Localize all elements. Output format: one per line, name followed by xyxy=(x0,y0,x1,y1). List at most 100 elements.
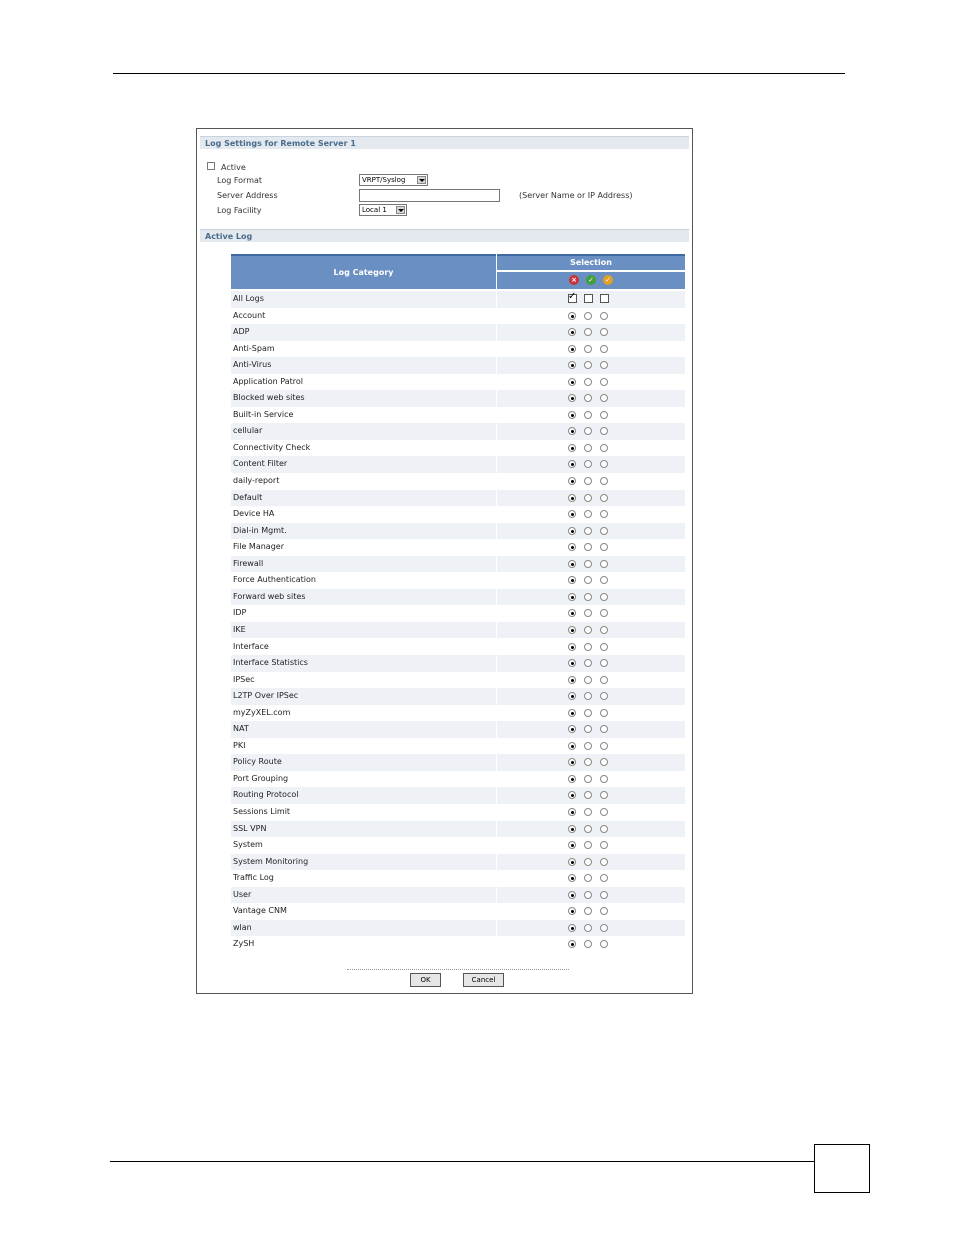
disable-radio[interactable] xyxy=(568,625,576,634)
alert-radio[interactable] xyxy=(600,708,608,717)
disable-radio[interactable] xyxy=(568,394,576,403)
disable-radio[interactable] xyxy=(568,659,576,668)
normal-radio[interactable] xyxy=(584,377,592,386)
normal-radio[interactable] xyxy=(584,675,592,684)
alert-radio[interactable] xyxy=(600,659,608,668)
normal-radio[interactable] xyxy=(584,394,592,403)
disable-radio[interactable] xyxy=(568,725,576,734)
alert-radio[interactable] xyxy=(600,443,608,452)
disable-radio[interactable] xyxy=(568,890,576,899)
alert-radio[interactable] xyxy=(600,344,608,353)
disable-radio[interactable] xyxy=(568,311,576,320)
alert-radio[interactable] xyxy=(600,377,608,386)
normal-radio[interactable] xyxy=(584,592,592,601)
alert-radio[interactable] xyxy=(600,692,608,701)
all-logs-disable-checkbox[interactable] xyxy=(568,291,577,303)
alert-radio[interactable] xyxy=(600,923,608,932)
cancel-button[interactable]: Cancel xyxy=(463,973,504,987)
normal-radio[interactable] xyxy=(584,857,592,866)
alert-radio[interactable] xyxy=(600,592,608,601)
alert-radio[interactable] xyxy=(600,510,608,519)
active-checkbox[interactable] xyxy=(207,162,215,170)
alert-radio[interactable] xyxy=(600,394,608,403)
alert-radio[interactable] xyxy=(600,874,608,883)
normal-radio[interactable] xyxy=(584,708,592,717)
normal-radio[interactable] xyxy=(584,493,592,502)
disable-radio[interactable] xyxy=(568,708,576,717)
disable-radio[interactable] xyxy=(568,576,576,585)
all-logs-alert-checkbox[interactable] xyxy=(600,294,609,303)
disable-radio[interactable] xyxy=(568,477,576,485)
alert-radio[interactable] xyxy=(600,758,608,767)
alert-radio[interactable] xyxy=(600,526,608,535)
alert-radio[interactable] xyxy=(600,543,608,552)
disable-radio[interactable] xyxy=(568,543,576,552)
normal-radio[interactable] xyxy=(584,526,592,535)
disable-radio[interactable] xyxy=(568,841,576,850)
disable-icon[interactable]: × xyxy=(569,275,579,285)
normal-radio[interactable] xyxy=(584,874,592,883)
disable-radio[interactable] xyxy=(568,510,576,519)
disable-radio[interactable] xyxy=(568,361,576,370)
disable-radio[interactable] xyxy=(568,377,576,386)
normal-radio[interactable] xyxy=(584,923,592,932)
normal-radio[interactable] xyxy=(584,642,592,651)
normal-radio[interactable] xyxy=(584,543,592,552)
alert-radio[interactable] xyxy=(600,477,608,485)
disable-radio[interactable] xyxy=(568,609,576,618)
disable-radio[interactable] xyxy=(568,427,576,436)
disable-radio[interactable] xyxy=(568,526,576,535)
disable-radio[interactable] xyxy=(568,758,576,767)
disable-radio[interactable] xyxy=(568,824,576,833)
alert-radio[interactable] xyxy=(600,940,608,949)
alert-radio[interactable] xyxy=(600,774,608,783)
disable-radio[interactable] xyxy=(568,791,576,800)
alert-radio[interactable] xyxy=(600,824,608,833)
alert-radio[interactable] xyxy=(600,361,608,370)
alert-radio[interactable] xyxy=(600,808,608,816)
disable-radio[interactable] xyxy=(568,741,576,750)
disable-radio[interactable] xyxy=(568,857,576,866)
normal-radio[interactable] xyxy=(584,328,592,337)
disable-radio[interactable] xyxy=(568,460,576,469)
normal-radio[interactable] xyxy=(584,841,592,850)
normal-radio[interactable] xyxy=(584,510,592,519)
disable-radio[interactable] xyxy=(568,774,576,783)
log-format-select[interactable]: VRPT/Syslog xyxy=(359,174,428,186)
normal-radio[interactable] xyxy=(584,659,592,668)
enable-normal-icon[interactable]: ✓ xyxy=(586,275,596,285)
disable-radio[interactable] xyxy=(568,923,576,932)
alert-radio[interactable] xyxy=(600,311,608,320)
alert-radio[interactable] xyxy=(600,493,608,502)
alert-radio[interactable] xyxy=(600,857,608,866)
alert-radio[interactable] xyxy=(600,675,608,684)
disable-radio[interactable] xyxy=(568,559,576,568)
normal-radio[interactable] xyxy=(584,890,592,899)
disable-radio[interactable] xyxy=(568,443,576,452)
log-facility-select[interactable]: Local 1 xyxy=(359,204,407,216)
normal-radio[interactable] xyxy=(584,741,592,750)
normal-radio[interactable] xyxy=(584,725,592,734)
normal-radio[interactable] xyxy=(584,311,592,320)
disable-radio[interactable] xyxy=(568,675,576,684)
alert-radio[interactable] xyxy=(600,410,608,419)
normal-radio[interactable] xyxy=(584,824,592,833)
normal-radio[interactable] xyxy=(584,774,592,783)
ok-button[interactable]: OK xyxy=(410,973,441,987)
disable-radio[interactable] xyxy=(568,410,576,419)
normal-radio[interactable] xyxy=(584,692,592,701)
disable-radio[interactable] xyxy=(568,874,576,883)
normal-radio[interactable] xyxy=(584,344,592,353)
normal-radio[interactable] xyxy=(584,361,592,370)
disable-radio[interactable] xyxy=(568,808,576,816)
alert-radio[interactable] xyxy=(600,625,608,634)
normal-radio[interactable] xyxy=(584,940,592,949)
alert-radio[interactable] xyxy=(600,328,608,337)
normal-radio[interactable] xyxy=(584,477,592,485)
normal-radio[interactable] xyxy=(584,576,592,585)
alert-radio[interactable] xyxy=(600,576,608,585)
normal-radio[interactable] xyxy=(584,791,592,800)
alert-radio[interactable] xyxy=(600,907,608,916)
alert-radio[interactable] xyxy=(600,841,608,850)
alert-radio[interactable] xyxy=(600,791,608,800)
